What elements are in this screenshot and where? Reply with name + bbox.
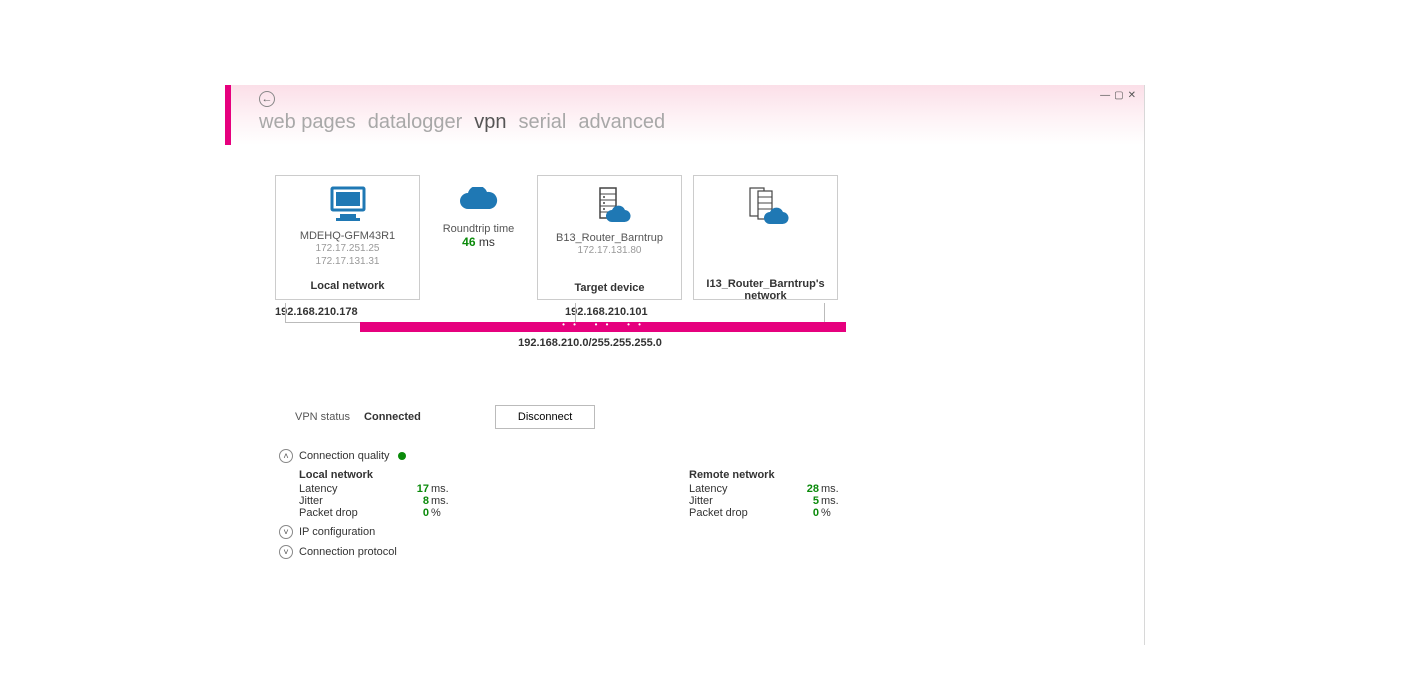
local-latency-label: Latency <box>299 483 399 495</box>
target-node-ip: 172.17.131.80 <box>538 244 681 257</box>
tab-bar: web pages datalogger vpn serial advanced <box>259 111 1134 134</box>
rtt-number: 46 <box>462 235 475 249</box>
remote-node-label: I13_Router_Barntrup's network <box>694 278 837 302</box>
tab-vpn[interactable]: vpn <box>474 111 506 134</box>
local-node-name: MDEHQ-GFM43R1 <box>276 230 419 242</box>
cloud-icon <box>458 187 500 215</box>
local-node-ip2: 172.17.131.31 <box>276 255 419 268</box>
minimize-button[interactable]: — <box>1100 91 1110 101</box>
window-controls: — ▢ ✕ <box>1100 91 1136 101</box>
chevron-down-icon: ˅ <box>279 545 293 559</box>
remote-latency-value: 28 <box>789 483 819 495</box>
router-cloud-icon <box>586 186 634 226</box>
local-jitter-value: 8 <box>399 495 429 507</box>
app-window: — ▢ ✕ ← web pages datalogger vpn serial … <box>225 85 1145 645</box>
vpn-diagram: MDEHQ-GFM43R1 172.17.251.25 172.17.131.3… <box>265 175 1104 375</box>
vpn-tunnel-bar: • • • • • • <box>360 322 846 332</box>
local-jitter-label: Jitter <box>299 495 399 507</box>
local-drop-value: 0 <box>399 507 429 519</box>
quality-local-column: Local network Latency17 ms. Jitter8 ms. … <box>299 469 509 519</box>
quality-remote-column: Remote network Latency28 ms. Jitter5 ms.… <box>689 469 899 519</box>
remote-jitter-label: Jitter <box>689 495 789 507</box>
local-node-label: Local network <box>276 280 419 292</box>
maximize-button[interactable]: ▢ <box>1114 91 1123 101</box>
subnet-label: 192.168.210.0/255.255.255.0 <box>265 337 915 349</box>
computer-icon <box>326 186 370 224</box>
vpn-status-value: Connected <box>364 411 421 423</box>
remote-latency-label: Latency <box>689 483 789 495</box>
remote-node: I13_Router_Barntrup's network <box>693 175 838 300</box>
rtt-block: Roundtrip time 46 ms <box>431 175 526 249</box>
section-protocol-title: Connection protocol <box>299 546 397 558</box>
remote-latency-unit: ms. <box>821 483 839 495</box>
remote-jitter-unit: ms. <box>821 495 839 507</box>
local-jitter-unit: ms. <box>431 495 449 507</box>
remote-drop-value: 0 <box>789 507 819 519</box>
vpn-status-label: VPN status <box>295 411 350 423</box>
rtt-value: 46 ms <box>431 235 526 249</box>
arrow-left-icon: ← <box>262 93 273 105</box>
section-connection-quality[interactable]: ˄ Connection quality <box>279 449 1104 463</box>
quality-status-dot-icon <box>398 452 406 460</box>
chevron-up-icon: ˄ <box>279 449 293 463</box>
remote-drop-unit: % <box>821 507 831 519</box>
target-node-label: Target device <box>538 282 681 294</box>
content-area: MDEHQ-GFM43R1 172.17.251.25 172.17.131.3… <box>225 145 1144 559</box>
target-node: B13_Router_Barntrup 172.17.131.80 Target… <box>537 175 682 300</box>
rtt-unit: ms <box>476 235 495 249</box>
window-header: — ▢ ✕ ← web pages datalogger vpn serial … <box>225 85 1144 145</box>
remote-jitter-value: 5 <box>789 495 819 507</box>
quality-local-title: Local network <box>299 469 509 481</box>
close-button[interactable]: ✕ <box>1128 91 1136 101</box>
tab-web-pages[interactable]: web pages <box>259 111 356 134</box>
rtt-label: Roundtrip time <box>431 223 526 235</box>
accent-bar <box>225 85 231 145</box>
local-drop-unit: % <box>431 507 441 519</box>
section-quality-title: Connection quality <box>299 450 390 462</box>
local-latency-value: 17 <box>399 483 429 495</box>
section-connection-protocol[interactable]: ˅ Connection protocol <box>279 545 1104 559</box>
tab-advanced[interactable]: advanced <box>578 111 665 134</box>
local-latency-unit: ms. <box>431 483 449 495</box>
tab-datalogger[interactable]: datalogger <box>368 111 463 134</box>
tab-serial[interactable]: serial <box>519 111 567 134</box>
servers-cloud-icon <box>740 186 792 226</box>
local-node-ip1: 172.17.251.25 <box>276 242 419 255</box>
quality-remote-title: Remote network <box>689 469 899 481</box>
target-node-name: B13_Router_Barntrup <box>538 232 681 244</box>
disconnect-button[interactable]: Disconnect <box>495 405 595 429</box>
chevron-down-icon: ˅ <box>279 525 293 539</box>
quality-panel: Local network Latency17 ms. Jitter8 ms. … <box>299 469 1104 519</box>
local-drop-label: Packet drop <box>299 507 399 519</box>
local-node: MDEHQ-GFM43R1 172.17.251.25 172.17.131.3… <box>275 175 420 300</box>
section-ipconfig-title: IP configuration <box>299 526 375 538</box>
back-button[interactable]: ← <box>259 91 275 107</box>
section-ip-configuration[interactable]: ˅ IP configuration <box>279 525 1104 539</box>
remote-drop-label: Packet drop <box>689 507 789 519</box>
vpn-status-row: VPN status Connected Disconnect <box>295 405 1104 429</box>
